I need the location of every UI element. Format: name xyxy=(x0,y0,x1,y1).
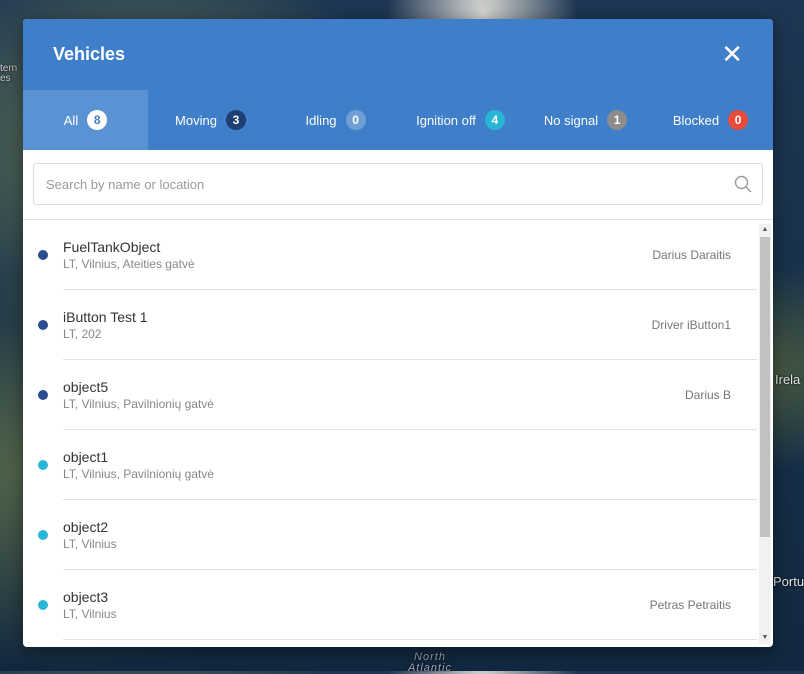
count-badge: 3 xyxy=(225,110,246,130)
search-box xyxy=(33,163,763,205)
search-bar xyxy=(23,150,773,220)
tab-blocked[interactable]: Blocked 0 xyxy=(648,90,773,150)
vehicle-list-area: FuelTankObject LT, Vilnius, Ateities gat… xyxy=(23,220,773,646)
vehicle-list: FuelTankObject LT, Vilnius, Ateities gat… xyxy=(23,220,773,640)
vehicle-driver: Driver iButton1 xyxy=(651,318,731,332)
vehicle-row[interactable]: object5 LT, Vilnius, Pavilnionių gatvė D… xyxy=(23,360,773,430)
search-input[interactable] xyxy=(44,175,734,193)
vehicle-info: FuelTankObject LT, Vilnius, Ateities gat… xyxy=(63,239,652,272)
vehicle-row[interactable]: object1 LT, Vilnius, Pavilnionių gatvė xyxy=(23,430,773,500)
tab-label: Blocked xyxy=(672,112,720,128)
tab-no-signal[interactable]: No signal 1 xyxy=(523,90,648,150)
close-icon[interactable]: ✕ xyxy=(721,42,743,68)
vehicle-name: object5 xyxy=(63,378,109,395)
count-badge: 0 xyxy=(345,110,366,130)
list-scrollbar[interactable]: ▲ ▼ xyxy=(759,224,771,644)
tab-idling[interactable]: Idling 0 xyxy=(273,90,398,150)
map-label-ireland: Irela xyxy=(775,372,801,387)
vehicle-location: LT, Vilnius, Pavilnionių gatvė xyxy=(63,466,214,481)
vehicle-name: iButton Test 1 xyxy=(63,308,148,325)
vehicle-info: object2 LT, Vilnius xyxy=(63,519,731,552)
vehicle-row[interactable]: FuelTankObject LT, Vilnius, Ateities gat… xyxy=(23,220,773,290)
tab-moving[interactable]: Moving 3 xyxy=(148,90,273,150)
modal-title: Vehicles xyxy=(53,44,126,64)
status-dot xyxy=(38,320,48,330)
count-badge: 1 xyxy=(607,110,628,130)
status-dot xyxy=(38,250,48,260)
scroll-up-arrow-icon[interactable]: ▲ xyxy=(759,224,771,236)
vehicle-driver: Darius B xyxy=(684,388,731,402)
vehicle-name: object3 xyxy=(63,588,109,605)
tab-ignition-off[interactable]: Ignition off 4 xyxy=(398,90,523,150)
vehicle-info: object1 LT, Vilnius, Pavilnionių gatvė xyxy=(63,449,731,482)
vehicle-info: iButton Test 1 LT, 202 xyxy=(63,309,652,342)
tab-label: Ignition off xyxy=(416,112,476,128)
tab-label: Idling xyxy=(305,112,337,128)
count-badge: 4 xyxy=(484,110,505,130)
tab-all[interactable]: All 8 xyxy=(23,90,148,150)
modal-header: Vehicles ✕ xyxy=(23,19,773,90)
vehicle-row[interactable]: object2 LT, Vilnius xyxy=(23,500,773,570)
vehicle-location: LT, Vilnius xyxy=(63,606,117,621)
status-dot xyxy=(38,600,48,610)
vehicle-location: LT, Vilnius xyxy=(63,536,117,551)
status-dot xyxy=(38,530,48,540)
vehicle-driver: Petras Petraitis xyxy=(649,598,731,612)
count-badge: 8 xyxy=(87,110,108,130)
status-tabs: All 8 Moving 3 Idling 0 Ignition off 4 N… xyxy=(23,90,773,150)
vehicle-name: object1 xyxy=(63,448,109,465)
vehicle-info: object3 LT, Vilnius xyxy=(63,589,650,622)
vehicle-location: LT, Vilnius, Ateities gatvė xyxy=(63,256,195,271)
tab-label: Moving xyxy=(175,112,217,128)
status-dot xyxy=(38,390,48,400)
vehicle-name: object2 xyxy=(63,518,109,535)
vehicle-location: LT, 202 xyxy=(63,326,102,341)
vehicle-row[interactable]: object3 LT, Vilnius Petras Petraitis xyxy=(23,570,773,640)
count-badge: 0 xyxy=(728,110,749,130)
map-label-western: tern es xyxy=(0,63,18,84)
tab-label: No signal xyxy=(543,112,599,128)
map-label-portugal: Portu xyxy=(773,574,804,589)
tab-label: All xyxy=(63,112,79,128)
scrollbar-thumb[interactable] xyxy=(760,237,770,537)
vehicle-location: LT, Vilnius, Pavilnionių gatvė xyxy=(63,396,214,411)
vehicle-name: FuelTankObject xyxy=(63,238,161,255)
status-dot xyxy=(38,460,48,470)
vehicle-info: object5 LT, Vilnius, Pavilnionių gatvė xyxy=(63,379,685,412)
search-icon[interactable] xyxy=(734,175,752,193)
vehicle-row[interactable]: iButton Test 1 LT, 202 Driver iButton1 xyxy=(23,290,773,360)
vehicle-driver: Darius Daraitis xyxy=(652,248,731,262)
vehicles-modal: Vehicles ✕ All 8 Moving 3 Idling 0 Ignit… xyxy=(23,19,773,647)
scroll-down-arrow-icon[interactable]: ▼ xyxy=(759,632,771,644)
